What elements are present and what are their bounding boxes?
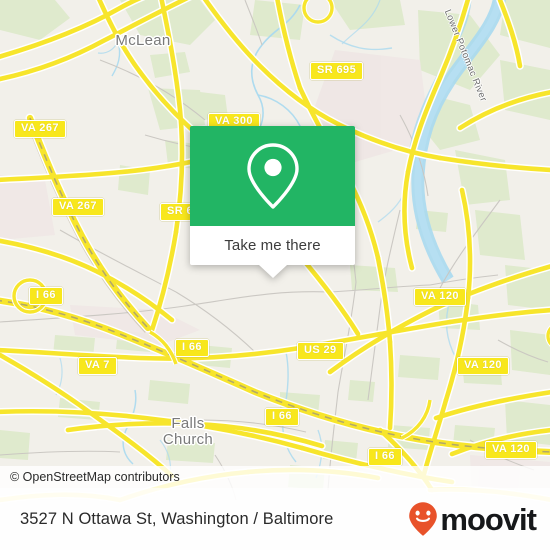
highway-shield[interactable]: VA 120 [414, 288, 466, 306]
highway-shield[interactable]: I 66 [175, 339, 209, 357]
take-me-there-label: Take me there [224, 237, 321, 254]
highway-shield[interactable]: VA 7 [78, 357, 117, 375]
callout-body[interactable]: Take me there [190, 226, 355, 278]
moovit-wordmark: moovit [440, 501, 537, 537]
location-pin-icon [245, 141, 301, 211]
highway-shield[interactable]: I 66 [29, 287, 63, 305]
attribution-text: © OpenStreetMap contributors [10, 470, 180, 484]
highway-shield[interactable]: VA 120 [457, 357, 509, 375]
callout-pointer [258, 265, 287, 278]
map-screen: McLean Falls Church Lower Potomac River … [0, 0, 550, 550]
moovit-logo[interactable]: moovit [408, 501, 537, 537]
highway-shield[interactable]: SR 695 [310, 62, 364, 80]
map-attribution[interactable]: © OpenStreetMap contributors [0, 466, 550, 488]
highway-shield[interactable]: VA 120 [485, 441, 537, 459]
moovit-smiley-pin-icon [408, 501, 438, 537]
footer-bar: 3527 N Ottawa St, Washington / Baltimore… [0, 488, 550, 550]
destination-callout[interactable]: Take me there [190, 126, 355, 278]
address-text: 3527 N Ottawa St, Washington / Baltimore [20, 509, 334, 528]
callout-header [190, 126, 355, 226]
highway-shield[interactable]: US 29 [297, 342, 344, 360]
highway-shield[interactable]: VA 267 [52, 198, 104, 216]
highway-shield[interactable]: I 66 [368, 448, 402, 466]
highway-shield[interactable]: I 66 [265, 408, 299, 426]
highway-shield[interactable]: VA 267 [14, 120, 66, 138]
